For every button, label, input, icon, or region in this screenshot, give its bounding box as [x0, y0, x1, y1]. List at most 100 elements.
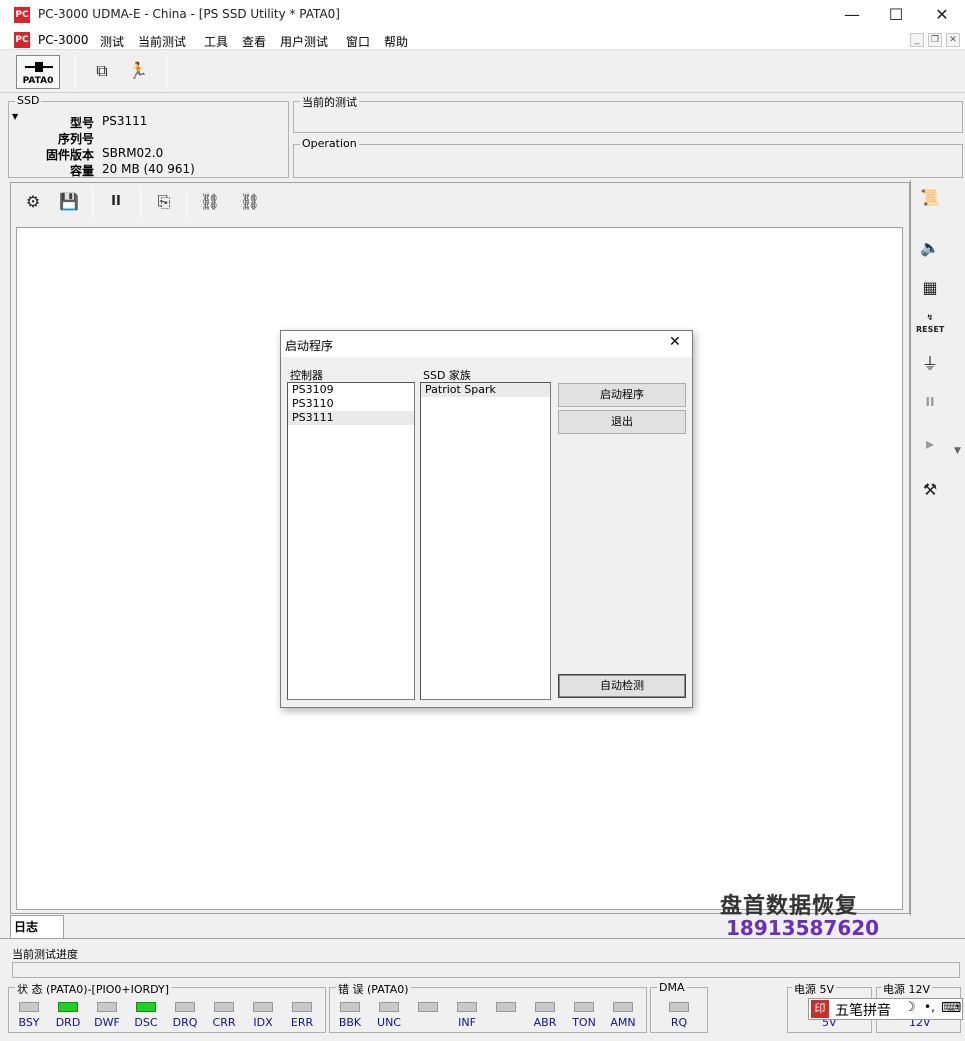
chip-icon[interactable]: ▦: [916, 274, 944, 302]
dialog-title: 启动程序: [285, 339, 334, 353]
status-led: [175, 1002, 195, 1012]
controller-label: 控制器: [290, 369, 323, 382]
menu-pc3000[interactable]: PC-3000: [38, 33, 88, 47]
mdi-close-button[interactable]: ✕: [946, 33, 960, 47]
list-item[interactable]: PS3111: [288, 411, 414, 425]
tools-icon[interactable]: ⚒: [916, 476, 944, 504]
capacity-label: 容量: [69, 164, 94, 178]
status-led: [214, 1002, 234, 1012]
operation-group: Operation: [293, 137, 963, 178]
punctuation-icon[interactable]: •,: [924, 1000, 935, 1014]
maximize-button[interactable]: ☐: [873, 0, 919, 30]
expand-arrow-icon[interactable]: ▼: [954, 446, 961, 456]
error-led-label: TON: [572, 1016, 596, 1029]
pata0-button[interactable]: PATA0: [16, 55, 60, 89]
mdi-minimize-button[interactable]: _: [910, 33, 924, 47]
status-led: [97, 1002, 117, 1012]
app-icon[interactable]: PC: [14, 7, 30, 23]
dma-group: DMA RQ: [650, 981, 708, 1033]
model-label: 型号: [69, 116, 94, 130]
binoculars-next-icon[interactable]: ⛓: [238, 190, 262, 214]
menu-tools[interactable]: 工具: [204, 33, 228, 50]
toolbar-separator: [75, 55, 76, 89]
power-switch-icon[interactable]: ⏚: [916, 350, 944, 378]
family-list[interactable]: Patriot Spark: [420, 382, 551, 700]
status-led-label: ERR: [290, 1016, 314, 1029]
menu-bar: PC PC-3000 测试 当前测试 工具 查看 用户测试 窗口 帮助 _ ❐ …: [0, 30, 965, 50]
ime-mode-label[interactable]: 五笔拼音: [835, 1000, 891, 1020]
menu-current-test[interactable]: 当前测试: [138, 33, 186, 50]
start-program-dialog: 启动程序 ✕ 控制器 PS3109 PS3110 PS3111 SSD 家族 P…: [280, 330, 693, 708]
reset-icon[interactable]: ↯ RESET: [916, 312, 944, 340]
binoculars-icon[interactable]: ⛓: [198, 190, 222, 214]
firmware-label: 固件版本: [45, 148, 94, 162]
menu-help[interactable]: 帮助: [384, 33, 408, 50]
watermark-phone: 18913587620: [726, 916, 880, 940]
close-button[interactable]: ✕: [919, 0, 965, 30]
moon-icon[interactable]: ☽: [904, 1000, 916, 1015]
firmware-value: SBRM02.0: [102, 146, 164, 160]
error-led-label: BBK: [338, 1016, 362, 1029]
error-led: [535, 1002, 555, 1012]
start-program-button[interactable]: 启动程序: [558, 383, 686, 407]
mdi-restore-button[interactable]: ❐: [928, 33, 942, 47]
menu-window[interactable]: 窗口: [346, 33, 370, 50]
error-led: [457, 1002, 477, 1012]
error-led-label: ABR: [533, 1016, 557, 1029]
copy-pages-icon[interactable]: ⎘: [152, 190, 176, 214]
windows-cascade-icon[interactable]: ⧉: [90, 59, 114, 83]
status-led-label: IDX: [253, 1016, 273, 1029]
minimize-button[interactable]: —: [829, 0, 875, 30]
autodetect-button[interactable]: 自动检测: [558, 674, 686, 698]
state-label: 状 态 (PATA0)-[PIO0+IORDY]: [15, 981, 172, 997]
save-icon[interactable]: 💾: [57, 190, 81, 214]
ssd-group-label: SSD: [15, 94, 42, 107]
toolbar-separator: [186, 188, 187, 218]
chip-play-icon[interactable]: ▸: [916, 430, 944, 458]
dma-led: [669, 1002, 689, 1012]
ssd-info-group: SSD ▼ 型号 PS3111 序列号 固件版本 SBRM02.0 容量 20 …: [8, 94, 289, 178]
status-led-label: DWF: [94, 1016, 120, 1029]
menu-view[interactable]: 查看: [242, 33, 266, 50]
error-led-label: AMN: [610, 1016, 636, 1029]
menu-user-test[interactable]: 用户测试: [280, 33, 328, 50]
keyboard-icon[interactable]: ⌨: [941, 1000, 961, 1016]
error-led: [496, 1002, 516, 1012]
ime-logo-icon[interactable]: 印: [811, 1000, 829, 1018]
main-toolbar: PATA0 ⧉ 🏃: [0, 51, 965, 93]
error-led-label: UNC: [377, 1016, 401, 1029]
toolbar-separator: [92, 188, 93, 218]
error-led: [613, 1002, 633, 1012]
dialog-titlebar: [281, 331, 692, 357]
menu-test[interactable]: 测试: [100, 33, 124, 50]
error-led: [340, 1002, 360, 1012]
serial-label: 序列号: [57, 132, 94, 146]
controller-list[interactable]: PS3109 PS3110 PS3111: [287, 382, 415, 700]
status-led-label: DRQ: [172, 1016, 198, 1029]
info-scroll-icon[interactable]: 📜: [916, 184, 944, 212]
pause-icon[interactable]: II: [104, 190, 128, 214]
tab-log[interactable]: 日志: [10, 915, 64, 939]
mdi-app-icon[interactable]: PC: [14, 32, 30, 48]
error-label: 错 误 (PATA0): [336, 981, 411, 997]
exit-run-icon[interactable]: 🏃: [126, 59, 150, 83]
progress-bar: [12, 962, 960, 978]
model-value: PS3111: [102, 114, 148, 128]
list-item[interactable]: PS3109: [288, 383, 414, 397]
error-led: [574, 1002, 594, 1012]
dma-label: DMA: [657, 981, 687, 994]
dialog-close-icon[interactable]: ✕: [669, 334, 681, 350]
error-led: [379, 1002, 399, 1012]
list-item[interactable]: PS3110: [288, 397, 414, 411]
pause-right-icon[interactable]: II: [916, 388, 944, 416]
current-test-group: 当前的测试: [293, 94, 963, 133]
family-label: SSD 家族: [423, 369, 471, 382]
list-item[interactable]: Patriot Spark: [421, 383, 550, 397]
capacity-value: 20 MB (40 961): [102, 162, 195, 176]
status-led: [136, 1002, 156, 1012]
puzzle-icon[interactable]: ⚙: [21, 190, 45, 214]
pata0-label: PATA0: [22, 76, 54, 86]
audio-volume-icon[interactable]: 🔈: [916, 234, 944, 262]
toolbar-separator: [166, 55, 167, 89]
exit-button[interactable]: 退出: [558, 410, 686, 434]
